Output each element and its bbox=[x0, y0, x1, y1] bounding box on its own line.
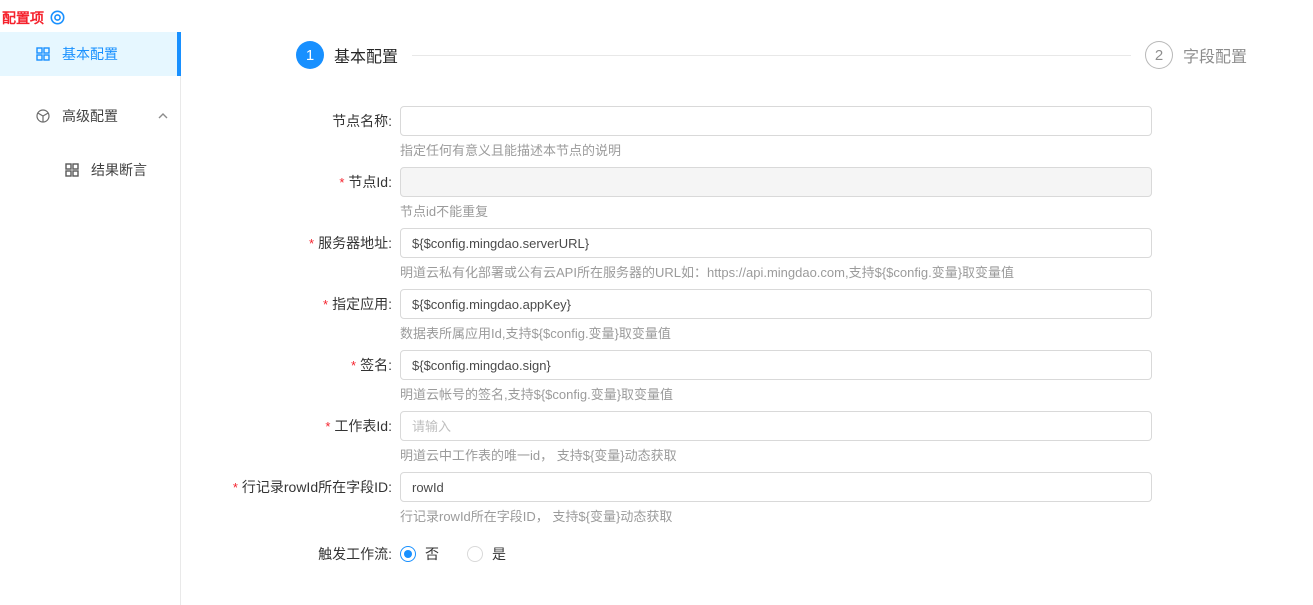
sidebar-nav: 基本配置 高级配置 结果断言 bbox=[0, 32, 181, 605]
field-label: 触发工作流: bbox=[318, 546, 392, 562]
form-row-node-name: 节点名称: 指定任何有意义且能描述本节点的说明 bbox=[181, 106, 1313, 159]
sidebar-header: 配置项 bbox=[0, 0, 181, 32]
required-mark: * bbox=[232, 480, 238, 495]
sidebar-item-basic-config[interactable]: 基本配置 bbox=[0, 32, 181, 76]
sidebar-item-label: 高级配置 bbox=[62, 108, 118, 124]
required-mark: * bbox=[323, 297, 329, 312]
page: 配置项 基本配置 高级配置 结果断言 1 基本配置 2 字段配置 节点名称: 指… bbox=[0, 0, 1313, 605]
field-label: * 节点Id: bbox=[339, 174, 392, 190]
app-key-input[interactable] bbox=[400, 289, 1152, 319]
field-hint: 行记录rowId所在字段ID， 支持${变量}动态获取 bbox=[400, 509, 673, 524]
basic-config-form: 节点名称: 指定任何有意义且能描述本节点的说明 * 节点Id: 节点id不能重复 … bbox=[181, 106, 1313, 569]
field-label: * 行记录rowId所在字段ID: bbox=[232, 479, 392, 495]
field-label: * 服务器地址: bbox=[309, 235, 392, 251]
form-row-node-id: * 节点Id: 节点id不能重复 bbox=[181, 167, 1313, 220]
sign-input[interactable] bbox=[400, 350, 1152, 380]
radio-label: 是 bbox=[492, 546, 506, 562]
field-hint: 明道云私有化部署或公有云API所在服务器的URL如：https://api.mi… bbox=[400, 265, 1015, 280]
rowid-field-input[interactable] bbox=[400, 472, 1152, 502]
sidebar-title: 配置项 bbox=[2, 9, 44, 26]
aim-icon bbox=[50, 10, 65, 25]
steps-bar: 1 基本配置 2 字段配置 bbox=[296, 40, 1247, 70]
form-row-sign: *签名: 明道云帐号的签名,支持${$config.变量}取变量值 bbox=[181, 350, 1313, 403]
radio-label: 否 bbox=[425, 546, 439, 562]
required-mark: * bbox=[325, 419, 331, 434]
config-panel: 1 基本配置 2 字段配置 节点名称: 指定任何有意义且能描述本节点的说明 * … bbox=[181, 0, 1313, 605]
form-row-server-url: *服务器地址: 明道云私有化部署或公有云API所在服务器的URL如：https:… bbox=[181, 228, 1313, 281]
sidebar-item-result-assert[interactable]: 结果断言 bbox=[0, 148, 180, 192]
step-number: 1 bbox=[296, 41, 324, 69]
cube-icon bbox=[36, 109, 50, 123]
node-name-input[interactable] bbox=[400, 106, 1152, 136]
chevron-up-icon[interactable] bbox=[158, 113, 168, 119]
grid-icon bbox=[65, 163, 79, 177]
field-label: * 签名: bbox=[351, 357, 392, 373]
radio-selected-icon bbox=[400, 546, 416, 562]
node-id-input bbox=[400, 167, 1152, 197]
step-title: 基本配置 bbox=[334, 49, 399, 66]
sidebar-item-label: 基本配置 bbox=[62, 46, 118, 62]
form-row-app-key: *指定应用: 数据表所属应用Id,支持${$config.变量}取变量值 bbox=[181, 289, 1313, 342]
trigger-workflow-radio-group: 否 是 bbox=[400, 539, 1152, 569]
server-url-input[interactable] bbox=[400, 228, 1152, 258]
trigger-workflow-radio-yes[interactable]: 是 bbox=[467, 544, 506, 564]
radio-unselected-icon bbox=[467, 546, 483, 562]
form-row-trigger-workflow: 触发工作流: 否 是 bbox=[181, 539, 1313, 569]
config-sidebar: 配置项 基本配置 高级配置 结果断言 bbox=[0, 0, 181, 605]
field-label: * 工作表Id: bbox=[325, 418, 392, 434]
worksheet-id-input[interactable] bbox=[400, 411, 1152, 441]
sidebar-item-label: 结果断言 bbox=[91, 162, 147, 178]
step-basic-config[interactable]: 1 基本配置 bbox=[296, 41, 398, 69]
required-mark: * bbox=[339, 175, 345, 190]
field-label: 节点名称: bbox=[332, 113, 392, 129]
field-hint: 指定任何有意义且能描述本节点的说明 bbox=[400, 143, 622, 158]
required-mark: * bbox=[351, 358, 357, 373]
step-number: 2 bbox=[1144, 41, 1173, 69]
sidebar-item-advanced-config[interactable]: 高级配置 bbox=[0, 94, 180, 138]
step-title: 字段配置 bbox=[1182, 49, 1247, 66]
form-row-worksheet-id: *工作表Id: 明道云中工作表的唯一id， 支持${变量}动态获取 bbox=[181, 411, 1313, 464]
field-hint: 明道云帐号的签名,支持${$config.变量}取变量值 bbox=[400, 387, 674, 402]
trigger-workflow-radio-no[interactable]: 否 bbox=[400, 544, 439, 564]
step-connector bbox=[412, 54, 1131, 56]
field-hint: 明道云中工作表的唯一id， 支持${变量}动态获取 bbox=[400, 448, 677, 463]
field-hint: 数据表所属应用Id,支持${$config.变量}取变量值 bbox=[400, 326, 671, 341]
step-field-config[interactable]: 2 字段配置 bbox=[1144, 41, 1247, 69]
form-row-rowid-field: *行记录rowId所在字段ID: 行记录rowId所在字段ID， 支持${变量}… bbox=[181, 472, 1313, 525]
grid-icon bbox=[36, 47, 50, 61]
field-hint: 节点id不能重复 bbox=[400, 204, 489, 219]
required-mark: * bbox=[309, 236, 315, 251]
field-label: * 指定应用: bbox=[323, 296, 392, 312]
